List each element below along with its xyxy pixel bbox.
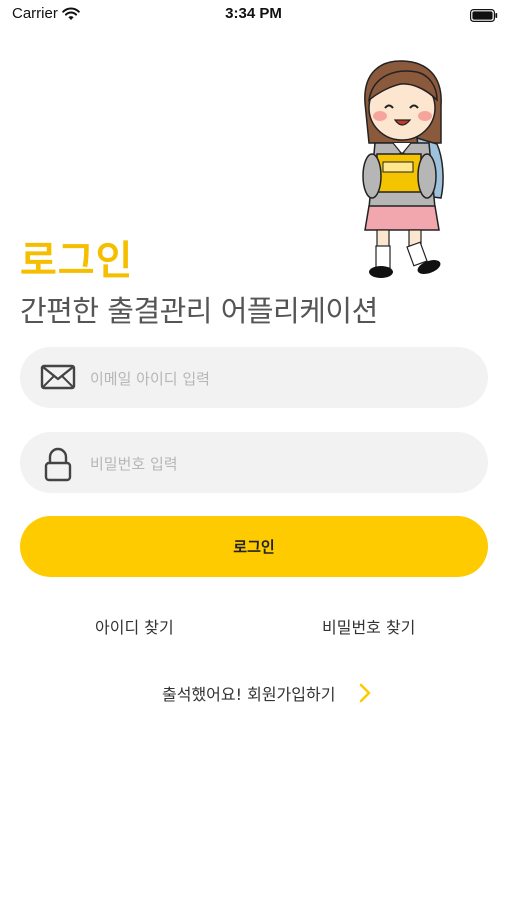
- lock-icon: [40, 446, 76, 486]
- signup-link[interactable]: 출석했어요! 회원가입하기: [162, 681, 335, 705]
- clock: 3:34 PM: [225, 5, 282, 22]
- login-title: 로그인: [20, 238, 134, 284]
- envelope-icon: [40, 361, 76, 397]
- status-bar: Carrier 3:34 PM: [0, 0, 507, 28]
- email-field[interactable]: [20, 347, 488, 410]
- app-subtitle: 간편한 출결관리 어플리케이션: [20, 294, 378, 328]
- email-input[interactable]: [88, 347, 472, 410]
- find-password-link[interactable]: 비밀번호 찾기: [322, 614, 415, 638]
- password-field[interactable]: [20, 432, 488, 495]
- battery-icon: [470, 7, 498, 26]
- login-button[interactable]: 로그인: [20, 516, 488, 577]
- find-id-link[interactable]: 아이디 찾기: [95, 614, 174, 638]
- student-girl-illustration: [362, 60, 444, 278]
- password-input[interactable]: [88, 432, 472, 495]
- chevron-right-icon[interactable]: [358, 683, 372, 707]
